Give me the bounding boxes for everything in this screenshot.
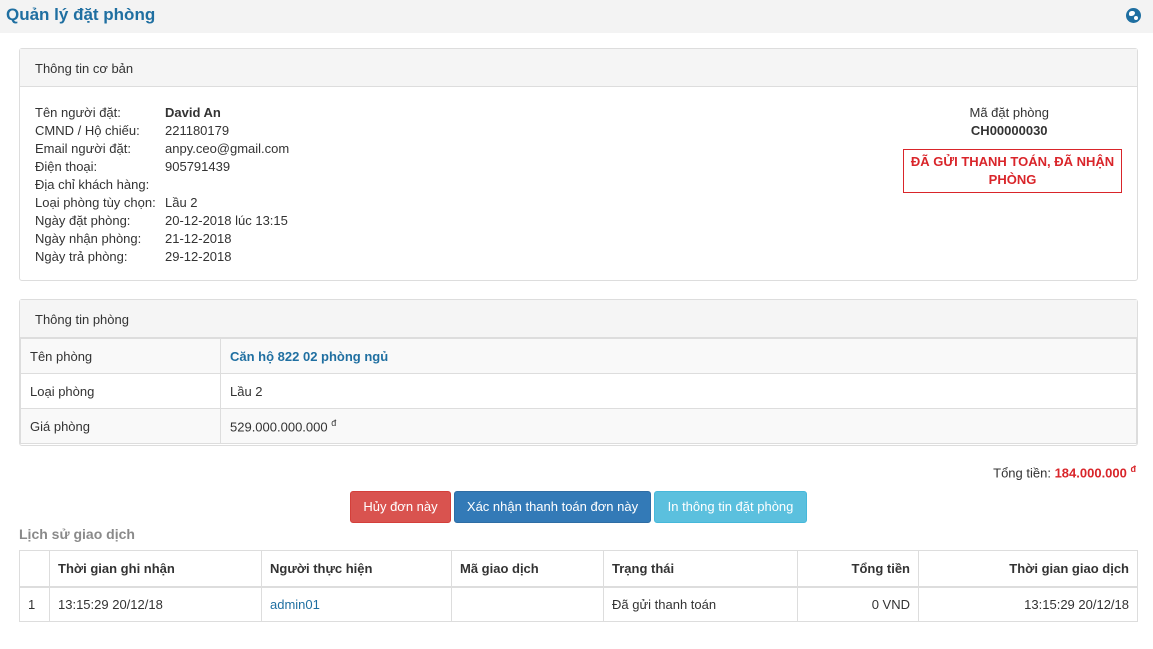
info-row-id: CMND / Hộ chiếu: 221180179 <box>35 122 289 140</box>
column-header-code: Mã giao dịch <box>451 550 604 588</box>
room-price-label: Giá phòng <box>20 408 221 444</box>
info-row-name: Tên người đặt: David An <box>35 104 289 122</box>
checkin-value: 21-12-2018 <box>165 231 232 246</box>
booker-info: Tên người đặt: David An CMND / Hộ chiếu:… <box>35 104 289 266</box>
column-header-recorded: Thời gian ghi nhận <box>49 550 262 588</box>
total-amount: Tổng tiền: 184.000.000 đ <box>993 464 1136 480</box>
cancel-order-button[interactable]: Hủy đơn này <box>350 491 451 523</box>
column-header-amount: Tổng tiền <box>797 550 919 588</box>
room-price-cell: 529.000.000.000 đ <box>220 408 1137 444</box>
phone-value: 905791439 <box>165 159 231 174</box>
history-title: Lịch sử giao dịch <box>19 526 135 542</box>
room-name-cell: Căn hộ 822 02 phòng ngủ <box>220 338 1137 374</box>
status-line: ĐÃ GỬI THANH TOÁN, ĐÃ NHẬN <box>910 154 1115 169</box>
history-table: Thời gian ghi nhận Người thực hiện Mã gi… <box>19 550 1138 622</box>
row-time: 13:15:29 20/12/18 <box>918 586 1138 622</box>
row-index: 1 <box>19 586 50 622</box>
info-label: Email người đặt: <box>35 141 131 156</box>
info-row-phone: Điện thoại: 905791439 <box>35 158 289 176</box>
info-row-room-type: Loại phòng tùy chọn: Lầu 2 <box>35 194 289 212</box>
info-label: Ngày đặt phòng: <box>35 213 131 228</box>
booking-code: Mã đặt phòng CH00000030 <box>969 104 1049 140</box>
row-user-cell: admin01 <box>261 586 452 622</box>
basic-info-panel: Thông tin cơ bản Tên người đặt: David An… <box>19 48 1138 281</box>
column-header-index <box>19 550 50 588</box>
row-code <box>451 586 604 622</box>
info-row-checkin: Ngày nhận phòng: 21-12-2018 <box>35 230 289 248</box>
column-header-time: Thời gian giao dịch <box>918 550 1138 588</box>
table-row: Giá phòng 529.000.000.000 đ <box>20 408 1137 444</box>
info-label: Ngày nhận phòng: <box>35 231 142 246</box>
page-title: Quản lý đặt phòng <box>6 5 156 24</box>
row-status: Đã gửi thanh toán <box>603 586 798 622</box>
table-row: Tên phòng Căn hộ 822 02 phòng ngủ <box>20 338 1137 374</box>
booker-name: David An <box>165 105 221 120</box>
row-recorded: 13:15:29 20/12/18 <box>49 586 262 622</box>
id-number: 221180179 <box>165 123 230 138</box>
room-type-cell: Lầu 2 <box>220 373 1137 409</box>
table-row: 1 13:15:29 20/12/18 admin01 Đã gửi thanh… <box>19 586 1138 622</box>
booking-code-value: CH00000030 <box>970 123 1048 138</box>
info-label: CMND / Hộ chiếu: <box>35 123 140 138</box>
confirm-payment-button[interactable]: Xác nhận thanh toán đơn này <box>454 491 651 523</box>
info-label: Ngày trả phòng: <box>35 249 128 264</box>
info-label: Loại phòng tùy chọn: <box>35 195 156 210</box>
top-bar: Quản lý đặt phòng <box>0 0 1153 33</box>
total-label: Tổng tiền: <box>993 465 1051 481</box>
total-value: 184.000.000 <box>1054 465 1127 481</box>
booking-date-value: 20-12-2018 lúc 13:15 <box>165 213 288 228</box>
checkout-value: 29-12-2018 <box>165 249 232 264</box>
info-label: Tên người đặt: <box>35 105 121 120</box>
currency-sign: đ <box>331 417 337 428</box>
info-label: Điện thoại: <box>35 159 98 174</box>
status-line: PHÒNG <box>988 172 1037 187</box>
globe-icon[interactable] <box>1126 8 1141 23</box>
row-user-link[interactable]: admin01 <box>270 597 320 612</box>
row-amount: 0 VND <box>797 586 919 622</box>
room-name-link[interactable]: Căn hộ 822 02 phòng ngủ <box>230 349 388 364</box>
info-row-email: Email người đặt: anpy.ceo@gmail.com <box>35 140 289 158</box>
table-row: Loại phòng Lầu 2 <box>20 373 1137 409</box>
basic-info-heading: Thông tin cơ bản <box>20 49 1137 87</box>
room-name-label: Tên phòng <box>20 338 221 374</box>
room-info-heading: Thông tin phòng <box>20 300 1137 338</box>
room-type-value: Lầu 2 <box>165 195 198 210</box>
info-label: Địa chỉ khách hàng: <box>35 177 150 192</box>
print-booking-button[interactable]: In thông tin đặt phòng <box>654 491 807 523</box>
table-header-row: Thời gian ghi nhận Người thực hiện Mã gi… <box>19 550 1138 588</box>
room-price-value: 529.000.000.000 <box>230 419 328 435</box>
column-header-status: Trạng thái <box>603 550 798 588</box>
total-currency: đ <box>1130 464 1137 474</box>
column-header-user: Người thực hiện <box>261 550 452 588</box>
info-row-booking-date: Ngày đặt phòng: 20-12-2018 lúc 13:15 <box>35 212 289 230</box>
booking-code-label: Mã đặt phòng <box>969 105 1049 120</box>
room-type-label: Loại phòng <box>20 373 221 409</box>
info-row-address: Địa chỉ khách hàng: <box>35 176 289 194</box>
room-table: Tên phòng Căn hộ 822 02 phòng ngủ Loại p… <box>20 338 1137 444</box>
room-info-panel: Thông tin phòng Tên phòng Căn hộ 822 02 … <box>19 299 1138 446</box>
status-badge: ĐÃ GỬI THANH TOÁN, ĐÃ NHẬN PHÒNG <box>903 149 1122 193</box>
info-row-checkout: Ngày trả phòng: 29-12-2018 <box>35 248 289 266</box>
email-value: anpy.ceo@gmail.com <box>165 141 290 156</box>
